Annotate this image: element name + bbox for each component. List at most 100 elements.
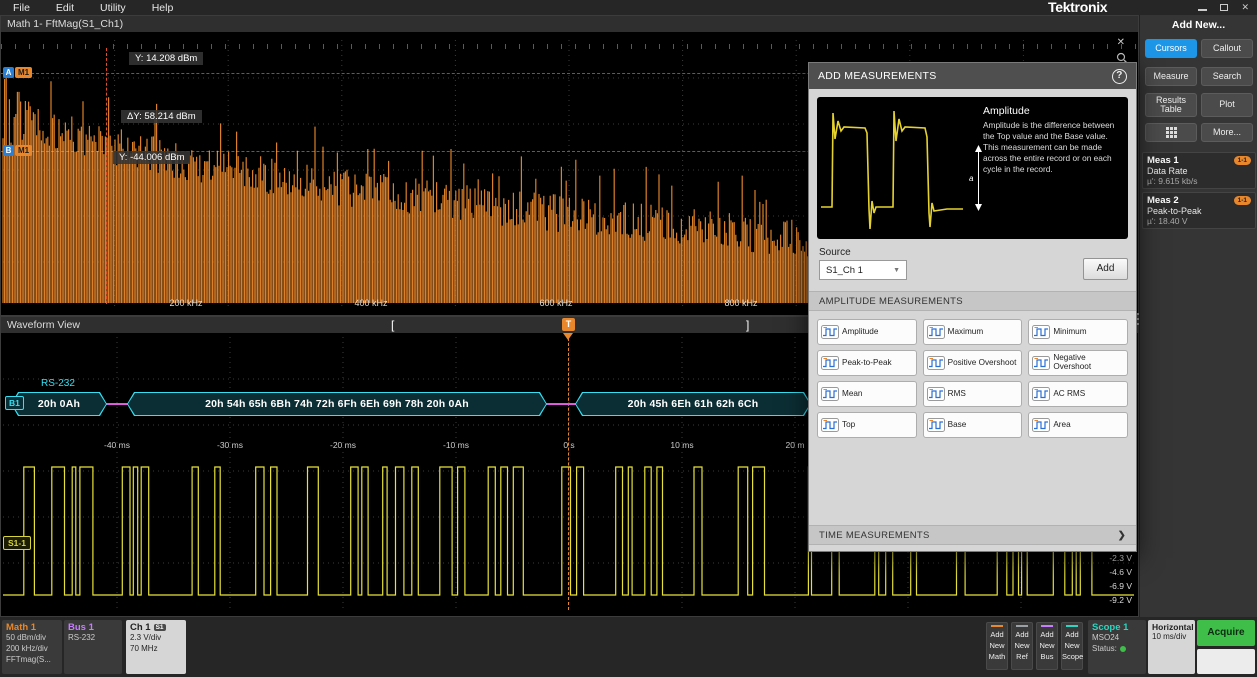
source-dropdown[interactable]: S1_Ch 1 ▼ [819, 260, 907, 280]
zoom-bracket-left[interactable]: [ [391, 317, 394, 333]
meas1-result-block[interactable]: Meas 1 1-1 Data Rate µ': 9.615 kb/s [1142, 152, 1256, 189]
chevron-right-icon: ❯ [1118, 530, 1126, 541]
measure-positive-overshoot-button[interactable]: Positive Overshoot [923, 350, 1023, 376]
add-new-scope-button[interactable]: AddNewScope [1061, 622, 1083, 670]
time-tick: -10 ms [431, 440, 481, 450]
cursor-b-source-tag: M1 [15, 145, 32, 156]
amplitude-preview-waveform [817, 97, 967, 239]
measure-mean-button[interactable]: Mean [817, 381, 917, 407]
add-new-sidebar: Add New... Cursors Callout Measure Searc… [1139, 15, 1257, 617]
amplitude-section-label: AMPLITUDE MEASUREMENTS [819, 296, 963, 307]
measurement-icon [821, 325, 839, 339]
dialog-title: ADD MEASUREMENTS [818, 70, 937, 82]
cursor-a-source-tag: M1 [15, 67, 32, 78]
help-icon[interactable]: ? [1112, 69, 1127, 84]
trigger-marker[interactable]: T [562, 318, 575, 331]
measure-ac-rms-button[interactable]: AC RMS [1028, 381, 1128, 407]
measure-label: Peak-to-Peak [842, 359, 892, 368]
math1-badge[interactable]: Math 1 50 dBm/div 200 kHz/div FFTmag(S..… [2, 620, 62, 674]
bus-packet-data: 20h 0Ah [11, 392, 107, 416]
bus1-title: Bus 1 [68, 622, 118, 633]
add-new-math-button[interactable]: AddNewMath [986, 622, 1008, 670]
math-panel-header: Math 1- FftMag(S1_Ch1) [1, 16, 1138, 32]
measure-base-button[interactable]: Base [923, 412, 1023, 438]
sidebar-apps-button[interactable] [1145, 123, 1197, 142]
trigger-arrow-icon[interactable] [563, 333, 573, 340]
measure-label: AC RMS [1053, 390, 1085, 399]
freq-tick-800khz: 800 kHz [711, 298, 771, 308]
preview-text-block: Amplitude Amplitude is the difference be… [967, 97, 1128, 239]
apps-grid-icon [1165, 126, 1178, 139]
measure-label: Positive Overshoot [948, 359, 1017, 368]
cursor-vline[interactable] [106, 48, 107, 304]
sidebar-search-button[interactable]: Search [1201, 67, 1253, 86]
add-new-ref-button[interactable]: AddNewRef [1011, 622, 1033, 670]
measure-label: Area [1053, 421, 1070, 430]
menu-utility[interactable]: Utility [87, 2, 139, 14]
measure-peak-to-peak-button[interactable]: Peak-to-Peak [817, 350, 917, 376]
measure-minimum-button[interactable]: Minimum [1028, 319, 1128, 345]
bus1-badge[interactable]: Bus 1 RS-232 [64, 620, 122, 674]
scope1-badge[interactable]: Scope 1 MSO24 Status: [1088, 620, 1146, 674]
bus-idle-connector [105, 403, 129, 405]
zoom-bracket-right[interactable]: ] [746, 317, 749, 333]
measure-maximum-button[interactable]: Maximum [923, 319, 1023, 345]
sidebar-measure-button[interactable]: Measure [1145, 67, 1197, 86]
measure-negative-overshoot-button[interactable]: Negative Overshoot [1028, 350, 1128, 376]
bus-packet: 20h 45h 6Eh 61h 62h 6Ch [575, 392, 811, 416]
measure-area-button[interactable]: Area [1028, 412, 1128, 438]
meas1-title: Meas 1 [1147, 155, 1179, 166]
time-tick: 0 s [544, 440, 594, 450]
menu-file[interactable]: File [0, 2, 43, 14]
horizontal-badge[interactable]: Horizontal 10 ms/div [1148, 620, 1195, 674]
menu-edit[interactable]: Edit [43, 2, 87, 14]
minimize-icon[interactable] [1198, 9, 1207, 11]
freq-tick-400khz: 400 kHz [341, 298, 401, 308]
measure-label: Minimum [1053, 328, 1086, 337]
source-label: Source [819, 247, 851, 258]
bus-packet-data: 20h 45h 6Eh 61h 62h 6Ch [575, 392, 811, 416]
dialog-header[interactable]: ADD MEASUREMENTS ? [809, 63, 1136, 89]
bus-decode-label: RS-232 [41, 378, 75, 389]
measurement-icon [821, 387, 839, 401]
measurement-icon [1032, 387, 1050, 401]
scope1-title: Scope 1 [1092, 622, 1142, 633]
trigger-position-line [568, 338, 569, 610]
digital-source-badge[interactable]: S1-1 [3, 536, 31, 550]
add-new-bus-button[interactable]: AddNewBus [1036, 622, 1058, 670]
bus1-handle-badge[interactable]: B1 [5, 396, 24, 410]
cursor-b-badge[interactable]: B M1 [3, 145, 32, 156]
measure-amplitude-button[interactable]: Amplitude [817, 319, 917, 345]
maximize-icon[interactable] [1220, 4, 1228, 11]
time-measurements-expander[interactable]: TIME MEASUREMENTS ❯ [809, 525, 1136, 545]
voltage-label: -2.3 V [1086, 553, 1132, 563]
measure-rms-button[interactable]: RMS [923, 381, 1023, 407]
meas2-title: Meas 2 [1147, 195, 1179, 206]
sidebar-more-button[interactable]: More... [1201, 123, 1253, 142]
sidebar-cursors-button[interactable]: Cursors [1145, 39, 1197, 58]
cursor-y1-readout: Y: 14.208 dBm [129, 52, 203, 65]
sidebar-plot-button[interactable]: Plot [1201, 93, 1253, 117]
meas2-result-block[interactable]: Meas 2 1-1 Peak-to-Peak µ': 18.40 V [1142, 192, 1256, 229]
cursor-a-badge[interactable]: A M1 [3, 67, 32, 78]
cursor-a-letter: A [3, 67, 14, 78]
ch1-badge[interactable]: Ch 1S1 2.3 V/div 70 MHz [126, 620, 186, 674]
measurement-icon [927, 356, 945, 370]
sidebar-callout-button[interactable]: Callout [1201, 39, 1253, 58]
measure-top-button[interactable]: Top [817, 412, 917, 438]
cursor-delta-y-readout: ΔY: 58.214 dBm [121, 110, 202, 123]
meas1-value: µ': 9.615 kb/s [1147, 176, 1251, 186]
acquire-button[interactable]: Acquire [1197, 620, 1255, 646]
math1-hscale: 200 kHz/div [6, 644, 58, 655]
add-button[interactable]: Add [1083, 258, 1128, 280]
sidebar-results-table-button[interactable]: Results Table [1145, 93, 1197, 117]
measure-label: Maximum [948, 328, 983, 337]
horizontal-title: Horizontal [1152, 622, 1191, 632]
close-icon[interactable]: ✕ [1241, 2, 1249, 12]
measure-label: Mean [842, 390, 862, 399]
measurement-buttons-grid: Amplitude Maximum Minimum Peak-to-Peak P… [817, 319, 1128, 438]
bus1-protocol: RS-232 [68, 633, 118, 644]
panel-close-icon[interactable]: ✕ [1117, 37, 1125, 48]
menu-help[interactable]: Help [139, 2, 187, 14]
cursor-b-letter: B [3, 145, 14, 156]
